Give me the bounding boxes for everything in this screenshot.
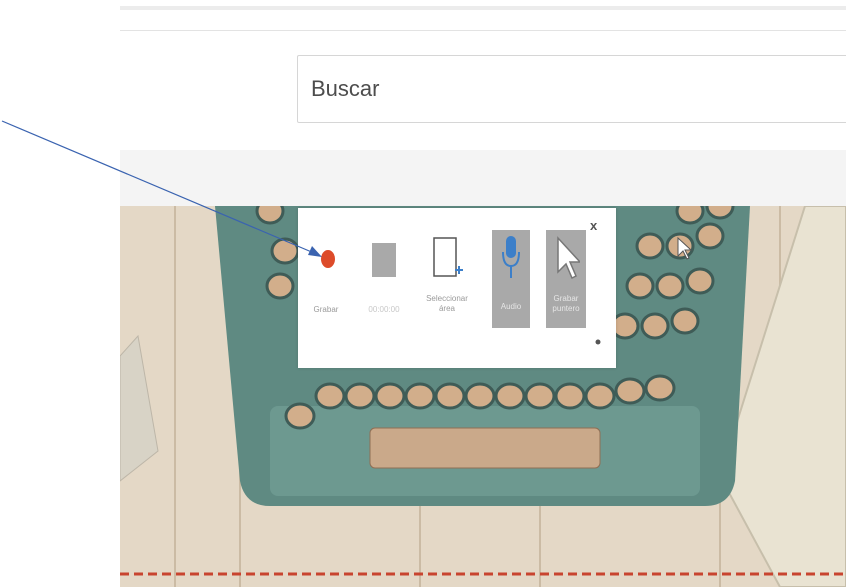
timer-text: 00:00:00 [368,305,400,314]
close-icon[interactable]: x [590,218,597,233]
pointer-icon [557,236,580,280]
select-area-icon [433,237,463,277]
microphone-icon [502,236,520,278]
record-pointer-toggle[interactable]: Grabar puntero [546,230,586,328]
collapse-dot-icon[interactable] [594,338,602,346]
audio-label: Audio [500,302,522,311]
record-icon [321,250,335,268]
record-pointer-label: Grabar puntero [552,294,580,313]
record-button[interactable]: Grabar [302,208,350,338]
select-area-button[interactable]: Seleccionar área [418,208,476,338]
search-box [297,55,846,123]
record-label: Grabar [313,305,339,314]
search-input[interactable] [298,56,846,122]
header-divider [120,6,846,10]
header-bar [120,0,846,31]
stop-icon [372,243,396,277]
recorder-toolbar: Grabar 00:00:00 Seleccionar área Audio G… [298,208,616,368]
select-area-label: Seleccionar área [426,294,468,313]
stop-button[interactable]: 00:00:00 [356,208,412,338]
content-band [120,150,846,206]
audio-toggle[interactable]: Audio [492,230,530,328]
